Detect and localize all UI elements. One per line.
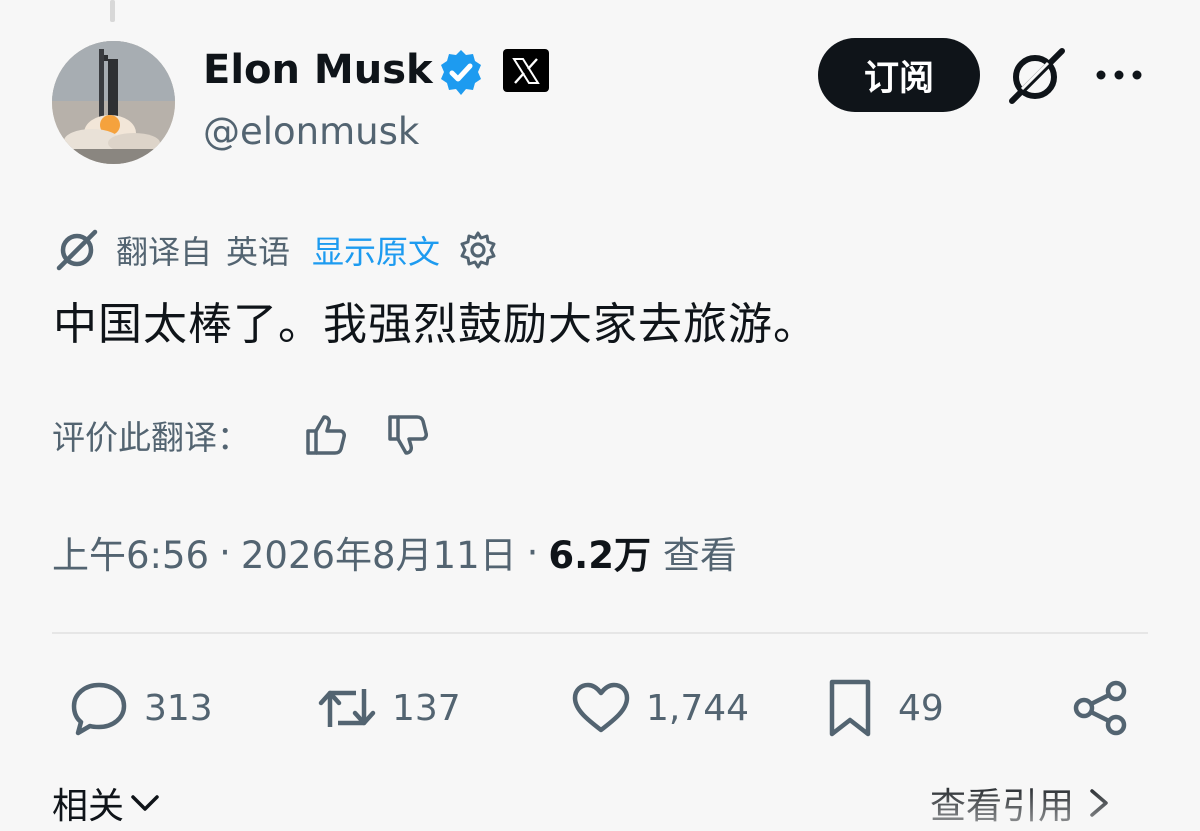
tweet-date[interactable]: 2026年8月11日 <box>241 525 517 579</box>
divider <box>52 632 1148 634</box>
translated-from-label: 翻译自 <box>116 233 213 271</box>
reply-count: 313 <box>144 687 213 729</box>
retweet-button[interactable]: 137 <box>316 676 461 740</box>
thread-connector-line <box>110 0 115 22</box>
thumbs-up-icon[interactable] <box>302 411 350 459</box>
tweet-text: 中国太棒了。我强烈鼓励大家去旅游。 <box>53 299 818 350</box>
gear-icon[interactable] <box>458 230 498 270</box>
views-count: 6.2万 <box>548 534 651 577</box>
share-icon <box>1073 680 1127 736</box>
separator-dot: · <box>526 530 539 574</box>
bookmark-count: 49 <box>898 687 944 729</box>
heart-icon <box>572 682 630 733</box>
related-toggle[interactable]: 相关 <box>52 778 162 828</box>
grok-icon[interactable] <box>1004 45 1068 107</box>
rate-translation-row: 评价此翻译： <box>52 410 432 460</box>
separator-dot: · <box>219 530 231 574</box>
source-language: 英语 <box>226 233 291 271</box>
thumbs-down-icon[interactable] <box>384 411 432 459</box>
views-label: 查看 <box>662 534 737 577</box>
tweet-meta: 上午6:56 · 2026年8月11日 · 6.2万 查看 <box>52 524 737 580</box>
bookmark-button[interactable]: 49 <box>822 676 944 740</box>
author-handle[interactable]: @elonmusk <box>203 108 419 156</box>
grok-translate-icon <box>56 229 98 271</box>
reply-button[interactable]: 313 <box>68 676 213 740</box>
translation-bar: 翻译自 英语 显示原文 <box>52 226 498 274</box>
more-options-icon[interactable] <box>1095 62 1143 88</box>
reply-icon <box>71 682 127 736</box>
subscribe-button[interactable]: 订阅 <box>818 38 980 112</box>
watermark-overlay <box>930 790 1180 830</box>
avatar[interactable] <box>52 41 175 164</box>
retweet-icon <box>318 689 376 727</box>
retweet-count: 137 <box>392 687 461 729</box>
like-button[interactable]: 1,744 <box>570 676 749 740</box>
verified-badge-icon[interactable] <box>435 47 487 99</box>
show-original-link[interactable]: 显示原文 <box>312 227 440 273</box>
like-count: 1,744 <box>646 687 750 729</box>
rocket-launch-image <box>52 41 175 164</box>
rate-translation-label: 评价此翻译： <box>52 418 250 457</box>
chevron-down-icon <box>131 795 159 811</box>
related-label: 相关 <box>52 786 125 827</box>
share-button[interactable] <box>1070 676 1146 740</box>
tweet-time[interactable]: 上午6:56 <box>52 525 209 579</box>
bookmark-icon <box>829 679 871 737</box>
x-logo-icon <box>512 57 540 84</box>
author-name[interactable]: Elon Musk <box>203 44 433 96</box>
x-affiliation-icon[interactable] <box>503 49 549 92</box>
